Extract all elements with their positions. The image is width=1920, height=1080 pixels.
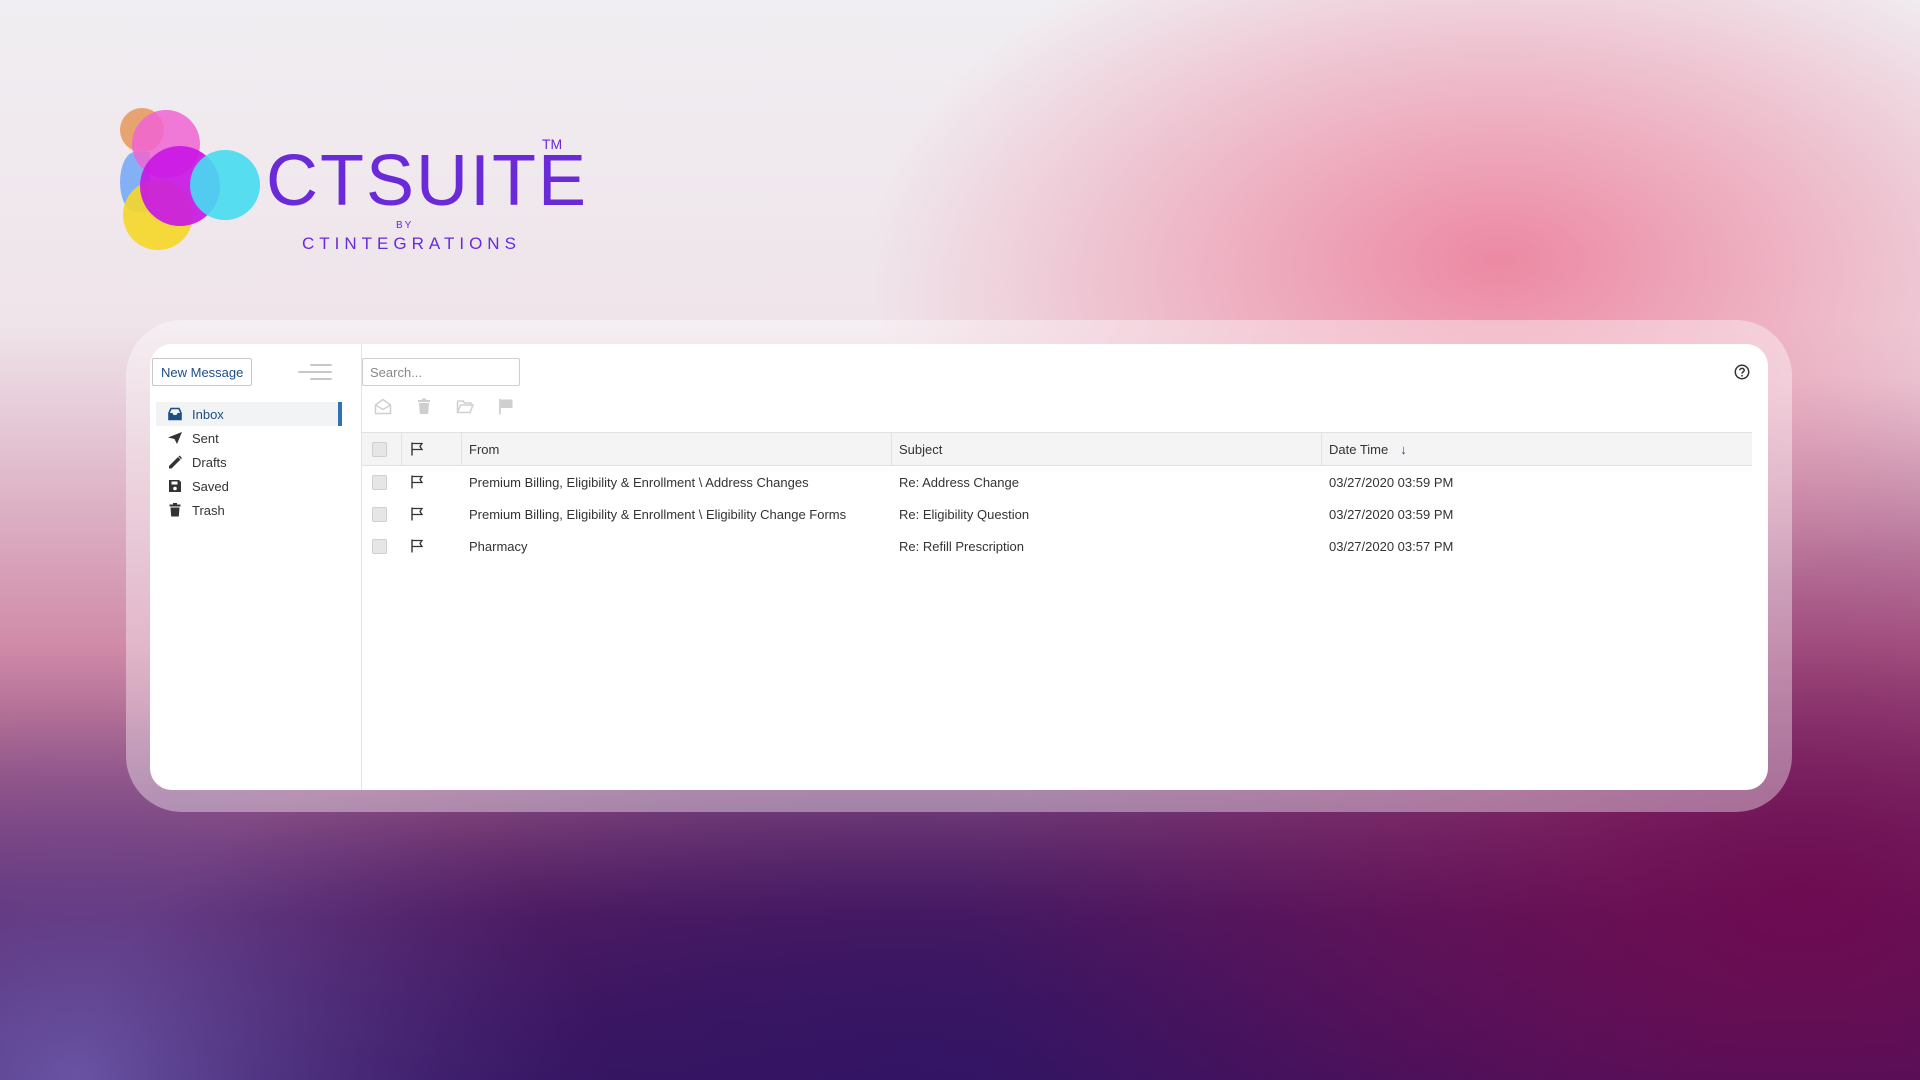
mark-read-icon[interactable] xyxy=(372,396,393,416)
select-all-cell xyxy=(362,433,402,465)
new-message-button[interactable]: New Message xyxy=(152,358,253,386)
row-datetime: 03/27/2020 03:59 PM xyxy=(1329,474,1454,490)
column-header-datetime-label: Date Time xyxy=(1329,441,1389,457)
flag-outline-icon[interactable] xyxy=(410,475,424,489)
select-all-checkbox[interactable] xyxy=(372,441,387,457)
sidebar-item-sent[interactable]: Sent xyxy=(156,426,342,450)
logo-company-text: CTINTEGRATIONS xyxy=(302,234,521,253)
logo-by-text: BY xyxy=(396,220,414,231)
row-from: Premium Billing, Eligibility & Enrollmen… xyxy=(469,506,847,522)
folder-nav: Inbox Sent Drafts Saved Trash xyxy=(156,402,342,522)
row-subject: Re: Refill Prescription xyxy=(899,538,1024,554)
sidebar-item-trash[interactable]: Trash xyxy=(156,498,342,522)
message-list-header: From Subject Date Time ↓ xyxy=(362,432,1752,466)
sidebar-item-inbox[interactable]: Inbox xyxy=(156,402,342,426)
row-checkbox-cell xyxy=(362,498,402,530)
sidebar-item-drafts[interactable]: Drafts xyxy=(156,450,342,474)
column-header-datetime[interactable]: Date Time ↓ xyxy=(1322,433,1752,465)
flag-outline-icon xyxy=(411,442,424,456)
sidebar-item-label: Trash xyxy=(192,502,225,518)
floppy-disk-icon xyxy=(166,478,184,494)
sidebar-item-saved[interactable]: Saved xyxy=(156,474,342,498)
flag-outline-icon[interactable] xyxy=(410,539,424,553)
table-row[interactable]: Premium Billing, Eligibility & Enrollmen… xyxy=(362,498,1752,530)
message-list: From Subject Date Time ↓ Premium Billing… xyxy=(362,432,1752,562)
sidebar-item-label: Inbox xyxy=(192,406,224,422)
logo-trademark: TM xyxy=(542,136,563,152)
table-row[interactable]: Pharmacy Re: Refill Prescription 03/27/2… xyxy=(362,530,1752,562)
row-checkbox-cell xyxy=(362,466,402,498)
help-circle-icon[interactable] xyxy=(1734,364,1750,380)
column-header-from[interactable]: From xyxy=(462,433,892,465)
mail-sidebar: New Message Inbox Sent Drafts Saved Tras… xyxy=(150,344,362,790)
row-datetime: 03/27/2020 03:57 PM xyxy=(1329,538,1454,554)
ctsuite-logo: CTSUITE TM BY CTINTEGRATIONS xyxy=(120,108,586,258)
row-flag-cell xyxy=(402,530,462,562)
move-folder-icon[interactable] xyxy=(454,396,475,416)
row-flag-cell xyxy=(402,466,462,498)
column-header-subject[interactable]: Subject xyxy=(892,433,1322,465)
row-subject: Re: Eligibility Question xyxy=(899,506,1030,522)
row-checkbox[interactable] xyxy=(372,538,387,554)
row-flag-cell xyxy=(402,498,462,530)
flag-icon[interactable] xyxy=(495,396,516,416)
row-from: Pharmacy xyxy=(469,538,528,554)
flag-column-header[interactable] xyxy=(402,433,462,465)
pencil-icon xyxy=(166,454,184,470)
search-input[interactable] xyxy=(362,358,520,386)
message-toolbar xyxy=(372,396,516,416)
row-from: Premium Billing, Eligibility & Enrollmen… xyxy=(469,474,809,490)
sidebar-item-label: Sent xyxy=(192,430,219,446)
table-row[interactable]: Premium Billing, Eligibility & Enrollmen… xyxy=(362,466,1752,498)
logo-brand-text: CTSUITE xyxy=(266,141,589,221)
row-datetime: 03/27/2020 03:59 PM xyxy=(1329,506,1454,522)
logo-circle-cyan xyxy=(190,150,260,220)
row-subject: Re: Address Change xyxy=(899,474,1019,490)
row-checkbox[interactable] xyxy=(372,506,387,522)
sort-desc-icon: ↓ xyxy=(1400,441,1407,457)
inbox-icon xyxy=(166,406,184,422)
sidebar-item-label: Drafts xyxy=(192,454,227,470)
mail-panel: New Message Inbox Sent Drafts Saved Tras… xyxy=(150,344,1768,790)
sidebar-item-label: Saved xyxy=(192,478,229,494)
flag-outline-icon[interactable] xyxy=(410,507,424,521)
paper-plane-icon xyxy=(166,430,184,446)
delete-icon[interactable] xyxy=(413,396,434,416)
row-checkbox[interactable] xyxy=(372,474,387,490)
hamburger-menu-icon[interactable] xyxy=(298,360,332,384)
row-checkbox-cell xyxy=(362,530,402,562)
trash-icon xyxy=(166,502,184,518)
